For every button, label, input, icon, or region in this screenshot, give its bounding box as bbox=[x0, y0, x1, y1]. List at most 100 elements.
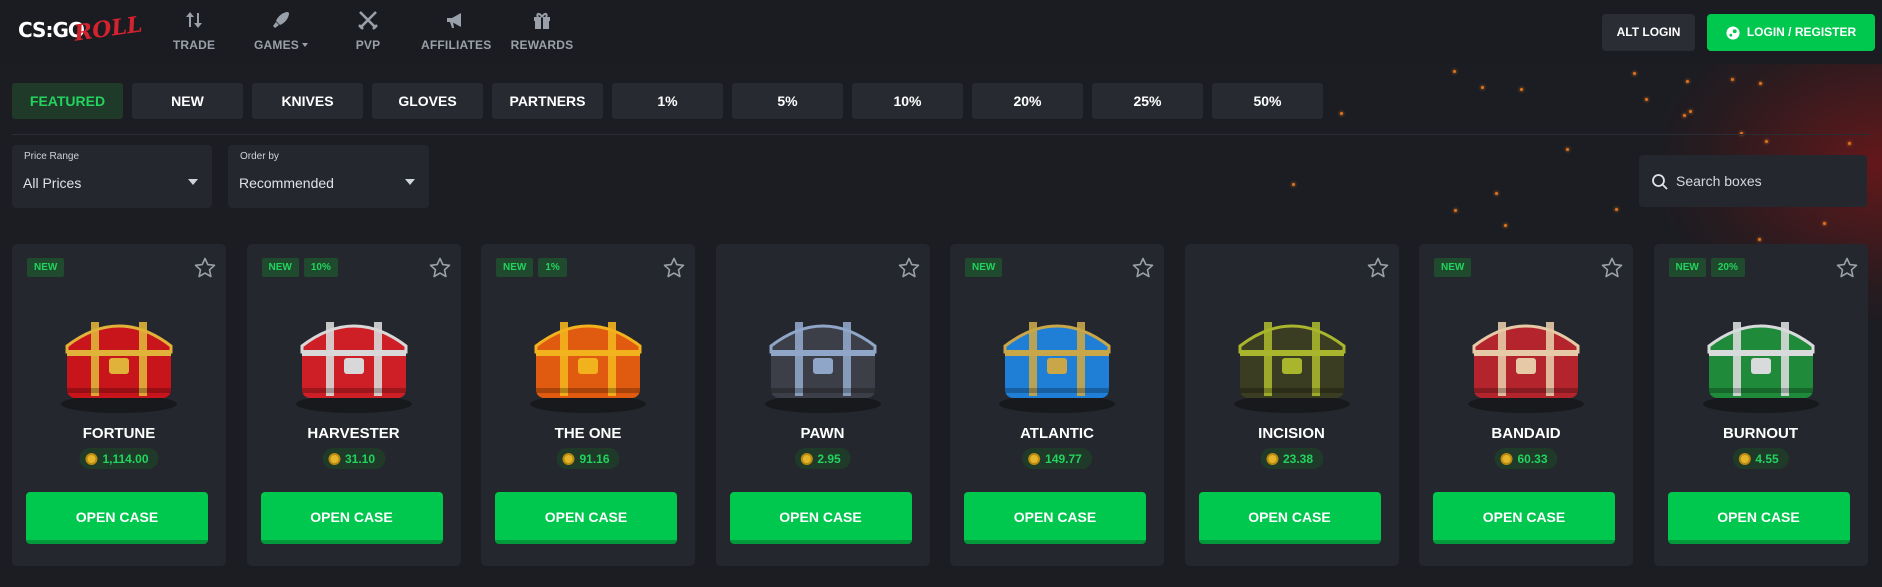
case-image bbox=[530, 322, 646, 413]
favorite-star-icon[interactable] bbox=[1600, 256, 1624, 280]
divider bbox=[12, 134, 1870, 135]
case-badges: NEW bbox=[965, 258, 1003, 277]
case-price: 31.10 bbox=[321, 448, 386, 469]
favorite-star-icon[interactable] bbox=[428, 256, 452, 280]
ember-particle bbox=[1758, 238, 1761, 241]
open-case-button[interactable]: OPEN CASE bbox=[964, 492, 1146, 544]
ember-particle bbox=[1481, 86, 1484, 89]
chevron-down-icon bbox=[405, 179, 415, 185]
ember-particle bbox=[1686, 80, 1689, 83]
case-price-value: 1,114.00 bbox=[102, 451, 149, 466]
case-badges: NEW 10% bbox=[261, 258, 338, 277]
tab-50-percent[interactable]: 50% bbox=[1212, 83, 1323, 119]
gift-icon bbox=[534, 13, 550, 29]
case-name: FORTUNE bbox=[82, 425, 156, 442]
ember-particle bbox=[1566, 148, 1569, 151]
chevron-down-icon bbox=[188, 179, 198, 185]
ember-particle bbox=[1731, 78, 1734, 81]
favorite-star-icon[interactable] bbox=[897, 256, 921, 280]
favorite-star-icon[interactable] bbox=[1835, 256, 1859, 280]
coin-icon bbox=[1028, 452, 1041, 465]
ember-particle bbox=[1823, 222, 1826, 225]
ember-particle bbox=[1683, 114, 1686, 117]
price-range-select[interactable]: Price Range All Prices bbox=[12, 145, 212, 208]
alt-login-button[interactable]: ALT LOGIN bbox=[1602, 14, 1695, 51]
main-nav: TRADE GAMES PVP AFFILIATES REWARDS bbox=[160, 6, 595, 52]
case-image bbox=[999, 322, 1115, 413]
site-logo[interactable]: CS:GO ROLL bbox=[18, 11, 144, 50]
ember-particle bbox=[1453, 70, 1456, 73]
nav-pvp[interactable]: PVP bbox=[334, 6, 402, 52]
case-image bbox=[764, 322, 881, 413]
open-case-button[interactable]: OPEN CASE bbox=[1667, 492, 1850, 544]
tab-new[interactable]: NEW bbox=[132, 83, 243, 119]
arrows-up-down-icon bbox=[186, 12, 202, 28]
open-case-button[interactable]: OPEN CASE bbox=[1433, 492, 1615, 544]
case-card[interactable]: NEW BANDAID 60.33 OPEN CASE bbox=[1419, 244, 1633, 566]
favorite-star-icon[interactable] bbox=[1366, 256, 1390, 280]
search-input[interactable] bbox=[1676, 155, 1861, 207]
case-badge: NEW bbox=[965, 258, 1003, 277]
tab-25-percent[interactable]: 25% bbox=[1092, 83, 1203, 119]
tab-partners[interactable]: PARTNERS bbox=[492, 83, 603, 119]
nav-rewards[interactable]: REWARDS bbox=[508, 6, 576, 52]
ember-particle bbox=[1495, 192, 1498, 195]
ember-particle bbox=[1615, 208, 1618, 211]
chevron-down-icon bbox=[302, 43, 308, 47]
order-by-label: Order by bbox=[240, 151, 279, 162]
case-card[interactable]: INCISION 23.38 OPEN CASE bbox=[1184, 244, 1399, 566]
tab-featured[interactable]: FEATURED bbox=[12, 83, 123, 119]
ember-particle bbox=[1645, 98, 1648, 101]
ember-particle bbox=[1520, 88, 1523, 91]
steam-icon bbox=[1726, 25, 1740, 40]
case-badge: NEW bbox=[27, 258, 65, 277]
crossed-swords-icon bbox=[358, 11, 378, 30]
order-by-select[interactable]: Order by Recommended bbox=[228, 145, 429, 208]
ember-particle bbox=[1689, 110, 1692, 113]
open-case-button[interactable]: OPEN CASE bbox=[729, 492, 912, 544]
case-badge: NEW bbox=[496, 258, 534, 277]
open-case-button[interactable]: OPEN CASE bbox=[26, 492, 208, 544]
coin-icon bbox=[562, 452, 575, 465]
login-register-button[interactable]: LOGIN / REGISTER bbox=[1707, 14, 1875, 51]
case-card[interactable]: NEW 10% HARVESTER 31.10 OPEN CASE bbox=[246, 244, 461, 566]
case-name: PAWN bbox=[800, 425, 845, 442]
coin-icon bbox=[800, 452, 813, 465]
case-name: HARVESTER bbox=[307, 425, 400, 442]
open-case-button[interactable]: OPEN CASE bbox=[495, 492, 677, 544]
tab-10-percent[interactable]: 10% bbox=[852, 83, 963, 119]
tab-1-percent[interactable]: 1% bbox=[612, 83, 723, 119]
case-price-value: 91.16 bbox=[579, 451, 610, 466]
category-tabs: FEATURED NEW KNIVES GLOVES PARTNERS 1% 5% 10% 20… bbox=[12, 83, 1332, 119]
ember-particle bbox=[1340, 112, 1343, 115]
nav-affiliates[interactable]: AFFILIATES bbox=[421, 6, 492, 52]
tab-20-percent[interactable]: 20% bbox=[972, 83, 1083, 119]
tab-knives[interactable]: KNIVES bbox=[252, 83, 363, 119]
coin-icon bbox=[1265, 452, 1278, 465]
open-case-button[interactable]: OPEN CASE bbox=[1198, 492, 1381, 544]
ember-particle bbox=[1848, 142, 1851, 145]
nav-trade[interactable]: TRADE bbox=[160, 6, 228, 52]
case-card[interactable]: NEW ATLANTIC 149.77 OPEN CASE bbox=[950, 244, 1164, 566]
login-register-label: LOGIN / REGISTER bbox=[1746, 25, 1857, 39]
ember-particle bbox=[1504, 224, 1507, 227]
ember-particle bbox=[1633, 72, 1636, 75]
favorite-star-icon[interactable] bbox=[1131, 256, 1155, 280]
tab-5-percent[interactable]: 5% bbox=[732, 83, 843, 119]
nav-games[interactable]: GAMES bbox=[247, 6, 315, 52]
case-image bbox=[1468, 322, 1584, 413]
coin-icon bbox=[85, 452, 98, 465]
case-card[interactable]: NEW 20% BURNOUT 4.55 OPEN CASE bbox=[1653, 244, 1868, 566]
case-name: BANDAID bbox=[1491, 425, 1561, 442]
case-card[interactable]: NEW 1% THE ONE 91.16 OPEN CASE bbox=[481, 244, 695, 566]
case-card[interactable]: NEW FORTUNE 1,114.00 OPEN CASE bbox=[12, 244, 226, 566]
nav-games-label: GAMES bbox=[253, 38, 299, 52]
open-case-button[interactable]: OPEN CASE bbox=[260, 492, 443, 544]
tab-gloves[interactable]: GLOVES bbox=[372, 83, 483, 119]
favorite-star-icon[interactable] bbox=[193, 256, 217, 280]
nav-affiliates-label: AFFILIATES bbox=[421, 38, 492, 52]
favorite-star-icon[interactable] bbox=[662, 256, 686, 280]
case-badges: NEW bbox=[1434, 258, 1472, 277]
case-card[interactable]: PAWN 2.95 OPEN CASE bbox=[715, 244, 930, 566]
case-price-value: 23.38 bbox=[1282, 451, 1314, 466]
